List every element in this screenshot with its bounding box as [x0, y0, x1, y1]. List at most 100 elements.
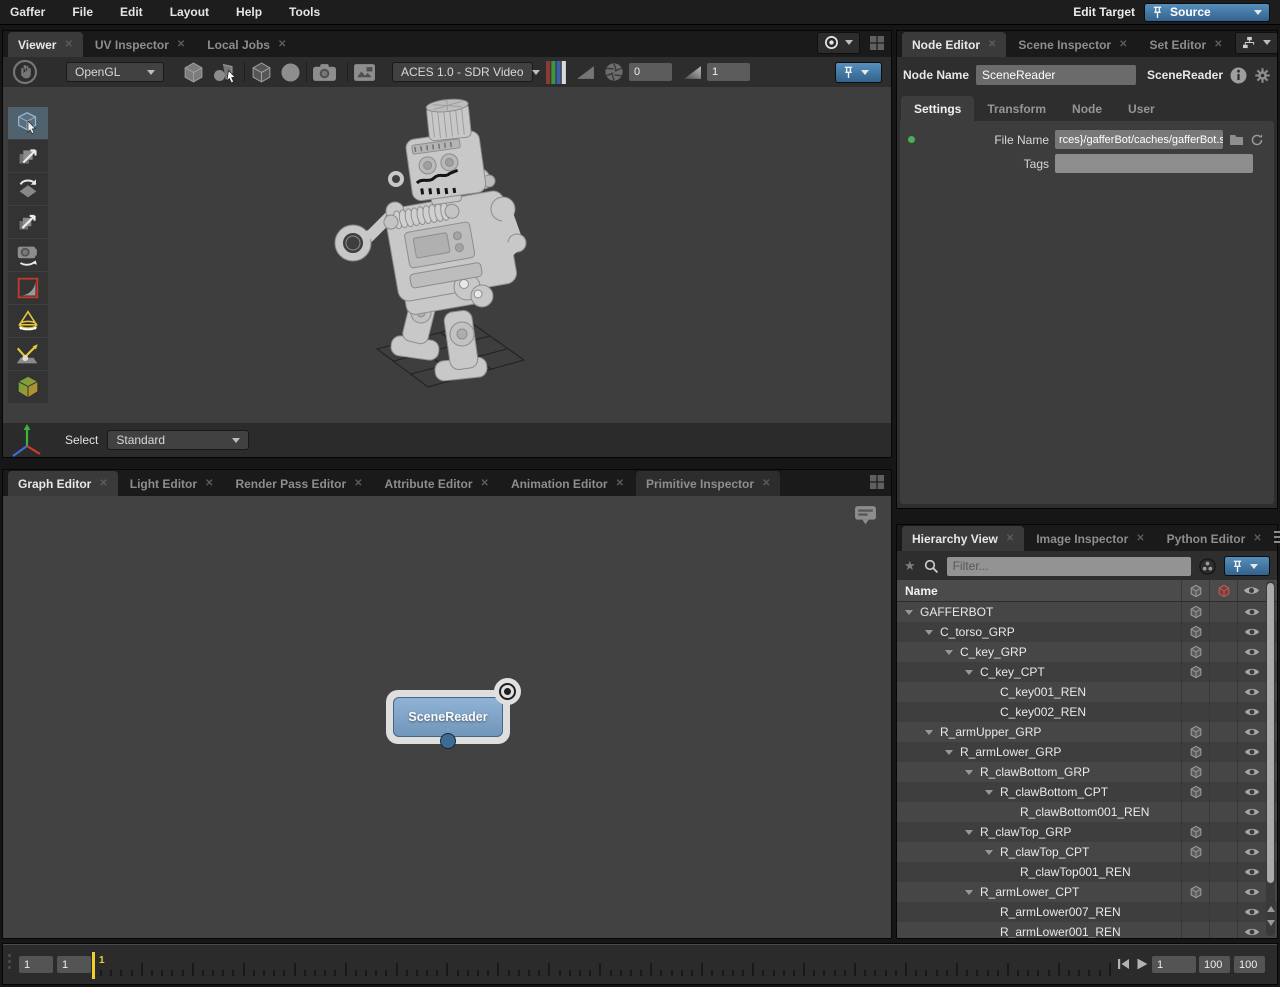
node-name-input[interactable]: SceneReader [976, 65, 1136, 85]
close-icon[interactable]: ✕ [278, 39, 286, 50]
scene-cube-empty-cell[interactable] [1181, 702, 1209, 722]
expander-icon[interactable] [925, 630, 933, 635]
expander-icon[interactable] [965, 770, 973, 775]
close-icon[interactable]: ✕ [988, 39, 996, 50]
image-comparison-icon[interactable] [353, 63, 376, 82]
close-icon[interactable]: ✕ [205, 478, 213, 489]
name-column-header[interactable]: Name [897, 584, 1181, 598]
hierarchy-row-r-clawtop001-ren[interactable]: R_clawTop001_REN [897, 862, 1277, 882]
bookmark-star-icon[interactable]: ★ [904, 558, 916, 574]
visibility-eye-icon[interactable] [1237, 842, 1265, 862]
scene-cube-column-icon[interactable] [1181, 580, 1209, 601]
expander-icon[interactable] [905, 610, 913, 615]
section-tab-node[interactable]: Node [1059, 96, 1115, 121]
hierarchy-row-r-clawtop-cpt[interactable]: R_clawTop_CPT [897, 842, 1277, 862]
annotation-bubble-icon[interactable] [854, 505, 877, 526]
menu-hamburger-icon[interactable] [1274, 531, 1280, 543]
node-editor-target-dropdown[interactable] [1235, 32, 1278, 54]
close-icon[interactable]: ✕ [762, 478, 770, 489]
graph-tab-graph-editor[interactable]: Graph Editor✕ [8, 471, 118, 496]
viewer-pin-dropdown[interactable] [835, 62, 882, 83]
frame-ruler[interactable]: 1 [90, 947, 1120, 983]
graph-tab-light-editor[interactable]: Light Editor✕ [120, 471, 224, 496]
scene-cube-icon[interactable] [1181, 882, 1209, 902]
shading-mode-icon[interactable] [212, 61, 239, 84]
hierarchy-row-c-key002-ren[interactable]: C_key002_REN [897, 702, 1277, 722]
renderer-dropdown[interactable]: OpenGL [66, 62, 164, 82]
select-dropdown[interactable]: Standard [107, 430, 249, 450]
menu-gaffer[interactable]: Gaffer [10, 5, 45, 19]
visibility-eye-icon[interactable] [1237, 782, 1265, 802]
filter-input[interactable]: Filter... [947, 557, 1191, 576]
node-editor-tab-set-editor[interactable]: Set Editor✕ [1139, 32, 1232, 57]
scene-cube-icon[interactable] [1181, 742, 1209, 762]
exclude-empty-cell[interactable] [1209, 802, 1237, 822]
scrollbar[interactable] [1266, 581, 1275, 936]
visibility-eye-icon[interactable] [1237, 602, 1265, 622]
hierarchy-row-r-armlower-grp[interactable]: R_armLower_GRP [897, 742, 1277, 762]
graph-tab-render-pass-editor[interactable]: Render Pass Editor✕ [225, 471, 372, 496]
exclude-empty-cell[interactable] [1209, 822, 1237, 842]
node-output-port[interactable] [440, 733, 456, 749]
hierarchy-row-r-clawbottom001-ren[interactable]: R_clawBottom001_REN [897, 802, 1277, 822]
hierarchy-row-c-key-cpt[interactable]: C_key_CPT [897, 662, 1277, 682]
visibility-eye-icon[interactable] [1237, 642, 1265, 662]
gafferbot-3d-model[interactable] [331, 91, 557, 391]
exclude-empty-cell[interactable] [1209, 742, 1237, 762]
solo-channel-icon[interactable] [576, 65, 595, 80]
scene-cube-tool[interactable] [8, 371, 48, 403]
menu-tools[interactable]: Tools [289, 5, 320, 19]
exclude-empty-cell[interactable] [1209, 602, 1237, 622]
visibility-eye-icon[interactable] [1237, 742, 1265, 762]
close-icon[interactable]: ✕ [1119, 39, 1127, 50]
expander-icon[interactable] [925, 730, 933, 735]
hierarchy-row-c-key001-ren[interactable]: C_key001_REN [897, 682, 1277, 702]
hierarchy-row-c-torso-grp[interactable]: C_torso_GRP [897, 622, 1277, 642]
display-transform-dropdown[interactable]: ACES 1.0 - SDR Video [392, 62, 533, 82]
gear-icon[interactable] [1254, 67, 1271, 84]
hierarchy-pin-dropdown[interactable] [1224, 556, 1270, 576]
scrollbar-thumb[interactable] [1267, 583, 1274, 883]
exclude-empty-cell[interactable] [1209, 662, 1237, 682]
visibility-eye-icon[interactable] [1237, 702, 1265, 722]
visibility-eye-column-icon[interactable] [1237, 580, 1265, 601]
graph-tab-animation-editor[interactable]: Animation Editor✕ [501, 471, 634, 496]
hierarchy-tab-image-inspector[interactable]: Image Inspector✕ [1026, 526, 1154, 551]
close-icon[interactable]: ✕ [481, 478, 489, 489]
hierarchy-row-gafferbot[interactable]: GAFFERBOT [897, 602, 1277, 622]
translate-tool[interactable] [8, 140, 48, 172]
scroll-down-icon[interactable] [1267, 920, 1275, 926]
layout-grid-icon[interactable] [869, 35, 885, 51]
scene-cube-icon[interactable] [1181, 842, 1209, 862]
aperture-icon[interactable] [604, 62, 624, 82]
select-tool[interactable] [8, 107, 48, 139]
exclude-empty-cell[interactable] [1209, 682, 1237, 702]
playback-end-field[interactable]: 100 [1199, 956, 1230, 973]
scene-start-field[interactable]: 1 [19, 956, 53, 973]
expander-icon[interactable] [945, 750, 953, 755]
layout-grid-icon[interactable] [869, 474, 885, 490]
gamma-icon[interactable] [683, 65, 702, 80]
menu-help[interactable]: Help [236, 5, 262, 19]
graph-tab-attribute-editor[interactable]: Attribute Editor✕ [375, 471, 499, 496]
exclude-empty-cell[interactable] [1209, 882, 1237, 902]
close-icon[interactable]: ✕ [354, 478, 362, 489]
current-frame-field[interactable]: 1 [1152, 956, 1196, 973]
section-tab-settings[interactable]: Settings [901, 96, 974, 121]
play-icon[interactable] [1136, 958, 1148, 970]
playhead[interactable] [92, 952, 95, 979]
graph-tab-primitive-inspector[interactable]: Primitive Inspector✕ [636, 471, 780, 496]
close-icon[interactable]: ✕ [616, 478, 624, 489]
close-icon[interactable]: ✕ [177, 39, 185, 50]
visibility-eye-icon[interactable] [1237, 882, 1265, 902]
scene-reader-node[interactable]: SceneReader [386, 690, 510, 744]
gamma-field[interactable]: 1 [707, 63, 750, 81]
camera-settings-icon[interactable] [312, 63, 337, 82]
node-editor-tab-node-editor[interactable]: Node Editor✕ [902, 32, 1006, 57]
playback-start-field[interactable]: 1 [57, 956, 91, 973]
close-icon[interactable]: ✕ [99, 478, 107, 489]
rgb-channels-icon[interactable] [546, 61, 567, 84]
visibility-eye-icon[interactable] [1237, 762, 1265, 782]
expansion-cube-icon[interactable] [250, 61, 273, 84]
graph-canvas[interactable]: SceneReader [3, 496, 891, 938]
